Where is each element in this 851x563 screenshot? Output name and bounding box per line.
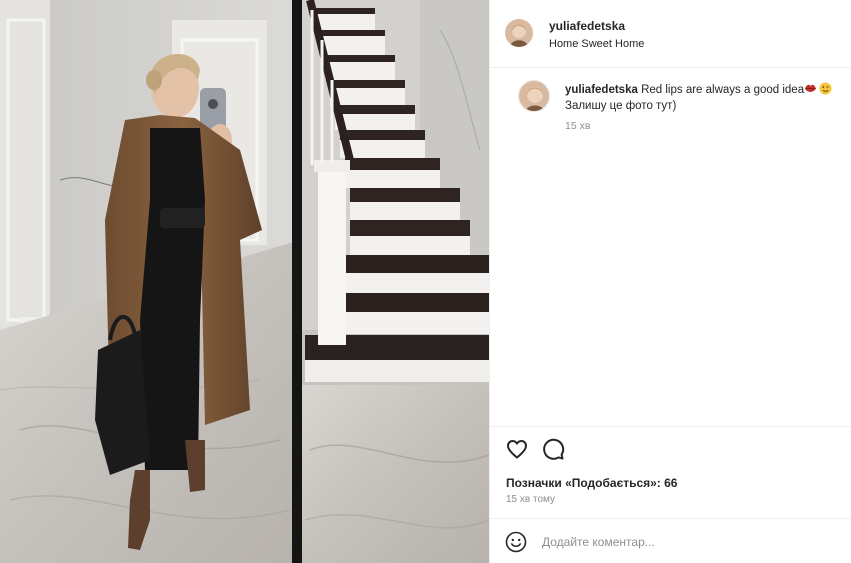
caption-time[interactable]: 15 хв	[565, 120, 590, 132]
heart-icon[interactable]	[505, 437, 529, 461]
likes-count[interactable]: Позначки «Подобається»: 66	[506, 476, 677, 490]
post-photo[interactable]	[0, 0, 489, 563]
caption-text: yuliafedetska Red lips are always a good…	[565, 82, 845, 114]
caption-username[interactable]: yuliafedetska	[565, 84, 638, 96]
post-location[interactable]: Home Sweet Home	[549, 38, 644, 50]
smiley-icon[interactable]	[505, 531, 527, 553]
comment-composer	[490, 518, 851, 563]
caption-avatar[interactable]	[518, 80, 550, 112]
mirror-selfie-photo	[0, 0, 489, 563]
posted-time: 15 хв тому	[506, 494, 556, 505]
author-username[interactable]: yuliafedetska	[549, 19, 625, 33]
author-avatar[interactable]	[505, 19, 533, 47]
caption-body: Red lips are always a good idea	[641, 84, 805, 96]
post-side-panel: yuliafedetska Home Sweet Home yuliafedet…	[489, 0, 851, 563]
post-header: yuliafedetska Home Sweet Home	[490, 0, 851, 68]
post-actions: Позначки «Подобається»: 66 15 хв тому	[490, 426, 851, 518]
comment-icon[interactable]	[541, 437, 565, 461]
wink-emoji-icon	[817, 82, 832, 96]
lips-emoji-icon	[804, 84, 817, 96]
comment-input[interactable]	[542, 530, 842, 554]
caption-line2: Залишу це фото тут)	[565, 100, 677, 112]
